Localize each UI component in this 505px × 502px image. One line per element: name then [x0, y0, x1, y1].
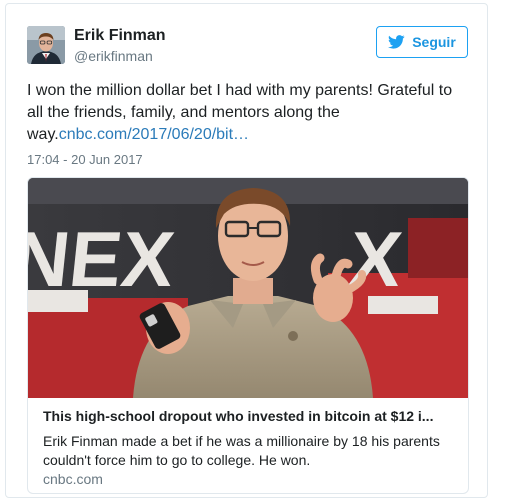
photo-young-man-gesturing-icon: NEX X — [28, 178, 468, 398]
tweet-link[interactable]: cnbc.com/2017/06/20/bit… — [59, 126, 249, 143]
author-name[interactable]: Erik Finman — [74, 27, 166, 45]
tweet-embed: Erik Finman @erikfinman Seguir I won the… — [5, 3, 488, 498]
author-handle[interactable]: @erikfinman — [74, 48, 153, 64]
follow-button[interactable]: Seguir — [376, 26, 468, 58]
svg-text:NEX: NEX — [28, 215, 178, 303]
link-card-image[interactable]: NEX X — [28, 178, 468, 398]
link-card-title[interactable]: This high-school dropout who invested in… — [43, 408, 455, 424]
follow-button-label: Seguir — [412, 34, 456, 50]
tweet-text: I won the million dollar bet I had with … — [27, 80, 472, 146]
twitter-bird-icon — [388, 35, 405, 49]
tweet-timestamp[interactable]: 17:04 - 20 Jun 2017 — [27, 152, 143, 167]
link-card-description: Erik Finman made a bet if he was a milli… — [43, 433, 440, 468]
link-card[interactable]: NEX X This high-school dropout who inves… — [27, 177, 469, 494]
profile-photo-icon — [27, 26, 65, 64]
avatar[interactable] — [27, 26, 65, 64]
link-card-domain: cnbc.com — [43, 471, 103, 487]
